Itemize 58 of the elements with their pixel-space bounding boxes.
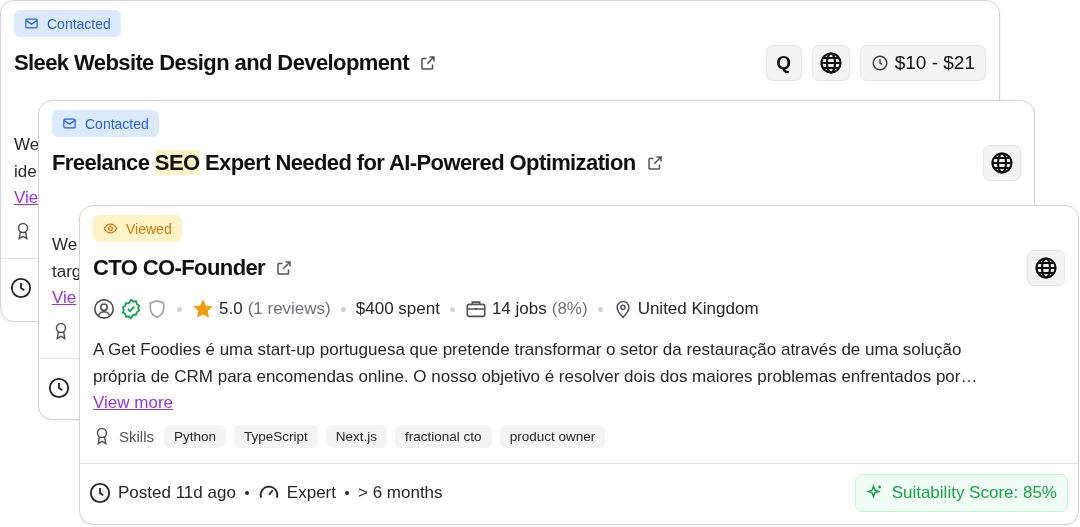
external-link-icon[interactable] xyxy=(645,154,664,172)
rating-text: 5.0 xyxy=(219,299,243,319)
sparkle-icon xyxy=(865,484,884,502)
hourly-rate-button[interactable]: $10 - $21 xyxy=(859,45,986,81)
view-more-link[interactable]: View more xyxy=(93,390,173,416)
separator-dot xyxy=(340,306,346,312)
eye-icon xyxy=(103,221,118,236)
job-description: própria de CRM para encomendas online. O nosso objetivo é resolver dois dos maiores problemas enfrentados por… xyxy=(93,366,978,388)
skill-tag: TypeScript xyxy=(234,424,318,448)
hire-rate: (8%) xyxy=(551,299,588,319)
separator-dot xyxy=(597,306,603,312)
separator-dot xyxy=(345,491,349,495)
location-text: United Kingdom xyxy=(637,299,759,319)
view-more-link[interactable]: Vie xyxy=(14,185,39,211)
skill-tag: Python xyxy=(164,424,227,448)
external-link-icon[interactable] xyxy=(418,54,437,72)
status-badge: Viewed xyxy=(93,215,182,242)
status-badge: Contacted xyxy=(14,10,121,37)
external-link-icon[interactable] xyxy=(275,259,294,277)
globe-button[interactable] xyxy=(811,45,850,81)
globe-icon xyxy=(818,51,843,75)
mail-icon xyxy=(24,16,39,31)
skills-label: Skills xyxy=(119,427,154,445)
job-title[interactable]: Freelance SEO Expert Needed for AI-Powered Optimization xyxy=(52,150,636,176)
jobs-count: 14 jobs xyxy=(491,299,547,319)
clock-icon xyxy=(48,377,70,399)
clock-icon xyxy=(870,54,889,72)
briefcase-icon xyxy=(464,298,487,320)
letter-button[interactable]: Q xyxy=(765,45,802,81)
reviews-count: (1 reviews) xyxy=(247,299,331,319)
separator-dot xyxy=(449,306,455,312)
job-description: A Get Foodies é uma start-up portuguesa que pretende transformar o setor da restauração através de uma solução xyxy=(93,339,962,361)
globe-icon xyxy=(990,151,1014,175)
project-duration: > 6 months xyxy=(358,483,443,503)
view-more-link[interactable]: Vie xyxy=(52,285,77,311)
status-badge: Contacted xyxy=(52,110,159,137)
mail-icon xyxy=(62,116,77,131)
separator-dot xyxy=(244,491,249,495)
amount-spent: $400 spent xyxy=(355,299,440,319)
separator-dot xyxy=(177,306,182,312)
star-icon xyxy=(192,298,214,320)
job-description: ide xyxy=(14,161,37,183)
skill-tag: product owner xyxy=(499,424,606,448)
user-icon xyxy=(93,298,115,320)
job-description: We xyxy=(14,134,40,156)
clock-icon xyxy=(89,482,111,504)
experience-level: Expert xyxy=(286,483,336,503)
posted-time: Posted 11d ago xyxy=(118,483,236,503)
globe-icon xyxy=(1034,256,1058,280)
suitability-score-badge: Suitability Score: 85% xyxy=(854,474,1068,512)
globe-button[interactable] xyxy=(983,145,1021,181)
job-title[interactable]: CTO CO-Founder xyxy=(93,255,266,281)
skill-tag: Next.js xyxy=(325,424,388,448)
clock-icon xyxy=(10,277,32,299)
globe-button[interactable] xyxy=(1027,250,1065,286)
job-description: We xyxy=(52,234,78,256)
skill-tag: fractional cto xyxy=(395,424,492,448)
job-title[interactable]: Sleek Website Design and Development xyxy=(14,50,409,76)
